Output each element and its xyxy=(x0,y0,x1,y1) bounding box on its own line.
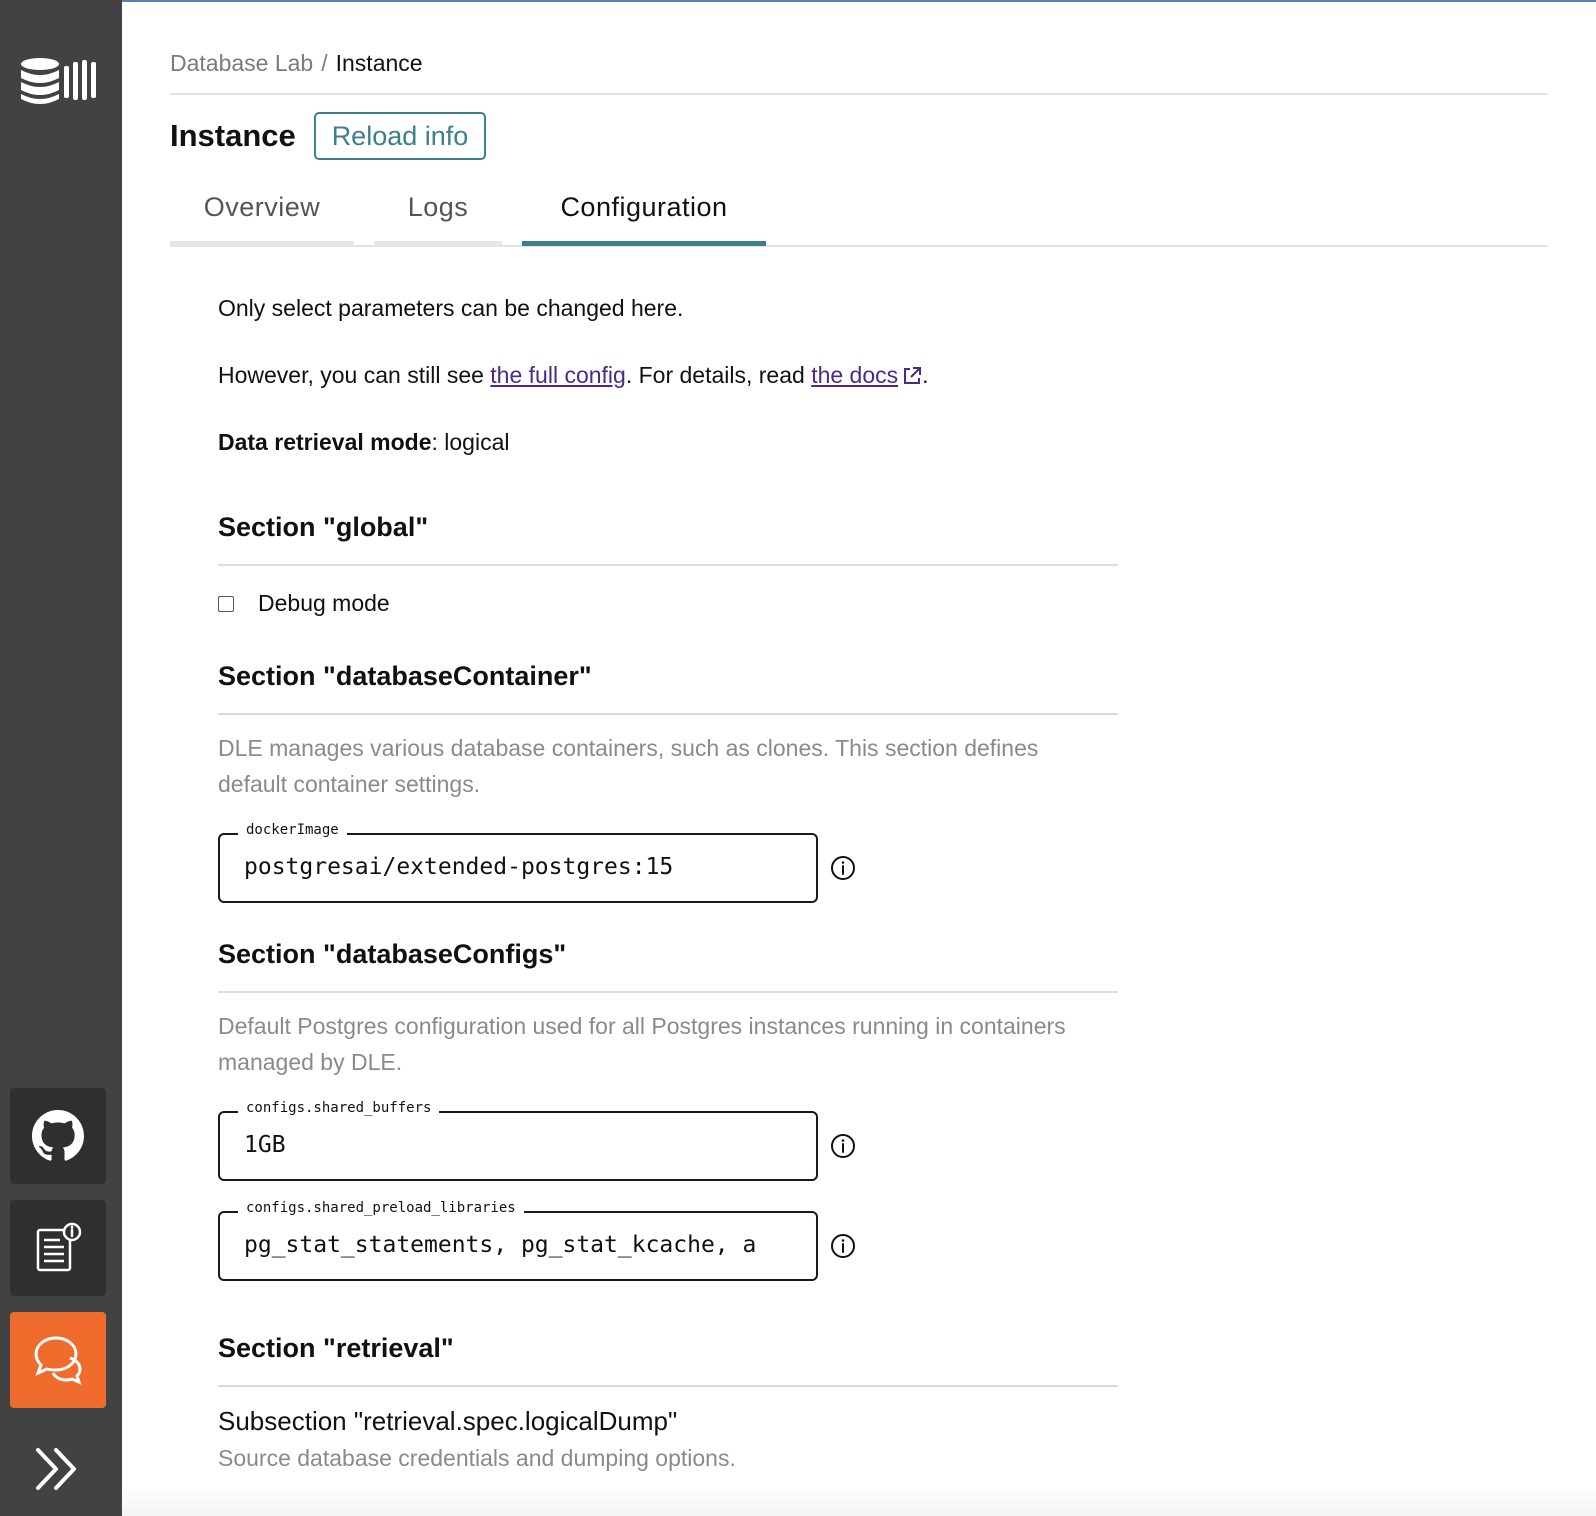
docker-image-field: dockerImage xyxy=(218,822,855,903)
tab-label: Logs xyxy=(407,192,469,222)
github-button[interactable] xyxy=(10,1088,106,1184)
shared-preload-libraries-input[interactable] xyxy=(244,1227,784,1263)
reload-info-button[interactable]: Reload info xyxy=(314,112,486,160)
section-database-container-title: Section "databaseContainer" xyxy=(218,661,592,691)
shared-preload-libraries-field: configs.shared_preload_libraries xyxy=(218,1200,855,1281)
tab-logs[interactable]: Logs xyxy=(374,188,502,246)
section-retrieval-title: Section "retrieval" xyxy=(218,1333,454,1363)
intro-text: Only select parameters can be changed he… xyxy=(218,295,684,321)
breadcrumb: Database Lab / Instance xyxy=(170,50,423,77)
tab-configuration[interactable]: Configuration xyxy=(522,188,766,246)
subsection-logical-dump-title: Subsection "retrieval.spec.logicalDump" xyxy=(218,1406,678,1436)
tab-bar: Overview Logs Configuration xyxy=(170,188,1548,248)
shared-buffers-label: configs.shared_buffers xyxy=(238,1100,440,1116)
sidebar xyxy=(0,0,122,1516)
shared-buffers-field: configs.shared_buffers xyxy=(218,1100,855,1181)
chat-button[interactable] xyxy=(10,1312,106,1408)
section-divider xyxy=(218,991,1118,993)
section-divider xyxy=(218,564,1118,566)
info-icon[interactable] xyxy=(830,1133,856,1159)
bottom-fade xyxy=(122,1486,1596,1516)
info-icon[interactable] xyxy=(830,855,856,881)
info-icon[interactable] xyxy=(830,1233,856,1259)
retrieval-mode: Data retrieval mode: logical xyxy=(218,429,510,455)
breadcrumb-separator: / xyxy=(321,50,328,76)
docker-image-label: dockerImage xyxy=(238,822,347,838)
chat-icon xyxy=(34,1336,82,1385)
page-title: Instance xyxy=(170,118,296,153)
intro-links-text: However, you can still see the full conf… xyxy=(218,362,929,388)
retrieval-mode-value: logical xyxy=(444,429,510,455)
section-database-container-description: DLE manages various database containers,… xyxy=(218,735,1039,797)
top-border xyxy=(0,0,1596,2)
docs-button[interactable] xyxy=(10,1200,106,1296)
docs-icon xyxy=(36,1222,82,1272)
section-divider xyxy=(218,713,1118,715)
debug-mode-checkbox[interactable] xyxy=(218,595,234,612)
shared-buffers-input[interactable] xyxy=(244,1127,784,1163)
shared-preload-libraries-label: configs.shared_preload_libraries xyxy=(238,1200,524,1216)
database-logo-icon[interactable] xyxy=(20,56,98,106)
tab-label: Configuration xyxy=(560,192,728,222)
full-config-link[interactable]: the full config xyxy=(490,362,626,388)
chevron-double-right-icon[interactable] xyxy=(32,1444,82,1494)
retrieval-mode-label: Data retrieval mode xyxy=(218,429,432,455)
section-global-title: Section "global" xyxy=(218,512,429,542)
breadcrumb-current: Instance xyxy=(335,50,423,76)
debug-mode-label[interactable]: Debug mode xyxy=(258,590,390,617)
subsection-logical-dump-description: Source database credentials and dumping … xyxy=(218,1445,736,1471)
section-database-configs-title: Section "databaseConfigs" xyxy=(218,939,567,969)
tab-label: Overview xyxy=(203,192,321,222)
section-divider xyxy=(218,1385,1118,1387)
docs-link[interactable]: the docs xyxy=(811,362,922,388)
section-database-configs-description: Default Postgres configuration used for … xyxy=(218,1013,1066,1075)
header-divider xyxy=(170,93,1548,95)
github-icon xyxy=(32,1110,84,1161)
external-link-icon xyxy=(904,367,922,384)
breadcrumb-root[interactable]: Database Lab xyxy=(170,50,313,76)
tab-overview[interactable]: Overview xyxy=(170,188,354,246)
docker-image-input[interactable] xyxy=(244,849,784,885)
debug-mode-row[interactable]: Debug mode xyxy=(218,590,390,617)
